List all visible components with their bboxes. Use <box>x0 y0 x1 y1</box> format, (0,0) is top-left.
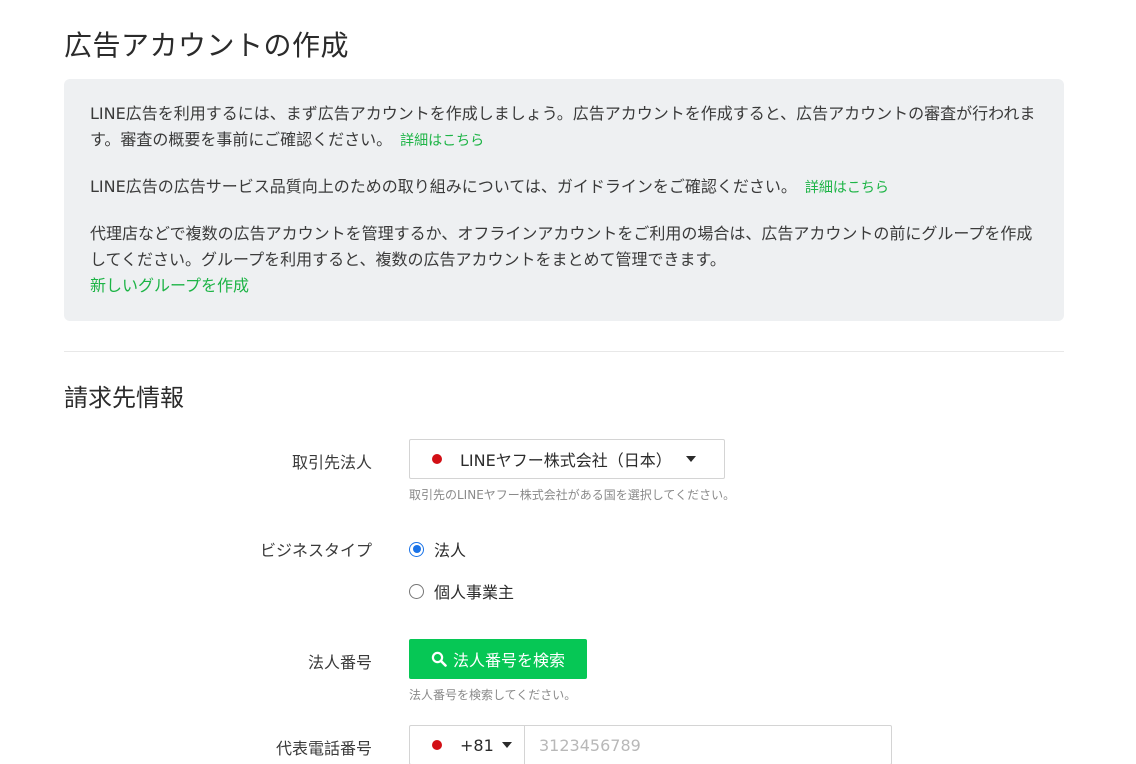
info-paragraph-group: 代理店などで複数の広告アカウントを管理するか、オフラインアカウントをご利用の場合… <box>90 221 1038 299</box>
phone-number-input[interactable] <box>525 725 892 764</box>
guideline-details-link[interactable]: 詳細はこちら <box>805 180 889 196</box>
counterparty-hint: 取引先のLINEヤフー株式会社がある国を選択してください。 <box>409 488 736 502</box>
info-group-text: 代理店などで複数の広告アカウントを管理するか、オフラインアカウントをご利用の場合… <box>90 224 1033 269</box>
page-title: 広告アカウントの作成 <box>64 29 350 62</box>
info-box: LINE広告を利用するには、まず広告アカウントを作成しましょう。広告アカウントを… <box>64 79 1064 321</box>
info-paragraph-review: LINE広告を利用するには、まず広告アカウントを作成しましょう。広告アカウントを… <box>90 101 1038 154</box>
business-type-sole-proprietor-label: 個人事業主 <box>434 583 515 602</box>
phone-field-group: +81 <box>409 725 892 764</box>
flag-dot-icon <box>432 454 442 464</box>
radio-indicator-unchecked[interactable] <box>409 583 424 599</box>
info-review-text: LINE広告を利用するには、まず広告アカウントを作成しましょう。広告アカウントを… <box>90 104 1036 149</box>
search-corporate-number-button[interactable]: 法人番号を検索 <box>409 639 587 679</box>
billing-section-title: 請求先情報 <box>64 384 184 412</box>
counterparty-label: 取引先法人 <box>291 453 372 472</box>
corporate-number-hint: 法人番号を検索してください。 <box>409 688 577 702</box>
business-type-label: ビジネスタイプ <box>259 541 372 560</box>
phone-label: 代表電話番号 <box>275 739 372 758</box>
info-paragraph-guideline: LINE広告の広告サービス品質向上のための取り組みについては、ガイドラインをご確… <box>90 174 1038 201</box>
search-icon <box>431 651 447 667</box>
radio-indicator-checked[interactable] <box>409 541 424 557</box>
create-group-link[interactable]: 新しいグループを作成 <box>90 273 1038 299</box>
chevron-down-icon <box>501 742 512 748</box>
corporate-number-label: 法人番号 <box>307 653 372 672</box>
country-code-value: +81 <box>460 735 494 755</box>
chevron-down-icon <box>685 456 696 462</box>
review-details-link[interactable]: 詳細はこちら <box>400 133 484 149</box>
business-type-corporation-radio[interactable]: 法人 <box>409 537 466 561</box>
counterparty-select[interactable]: LINEヤフー株式会社（日本） <box>409 439 725 479</box>
country-code-select[interactable]: +81 <box>409 725 525 764</box>
info-guideline-text: LINE広告の広告サービス品質向上のための取り組みについては、ガイドラインをご確… <box>90 177 797 196</box>
counterparty-selected-value: LINEヤフー株式会社（日本） <box>460 451 672 470</box>
business-type-corporation-label: 法人 <box>434 541 467 560</box>
section-divider <box>64 351 1064 352</box>
flag-dot-icon <box>432 740 442 750</box>
business-type-sole-proprietor-radio[interactable]: 個人事業主 <box>409 579 514 603</box>
search-corporate-number-label: 法人番号を検索 <box>452 651 565 670</box>
